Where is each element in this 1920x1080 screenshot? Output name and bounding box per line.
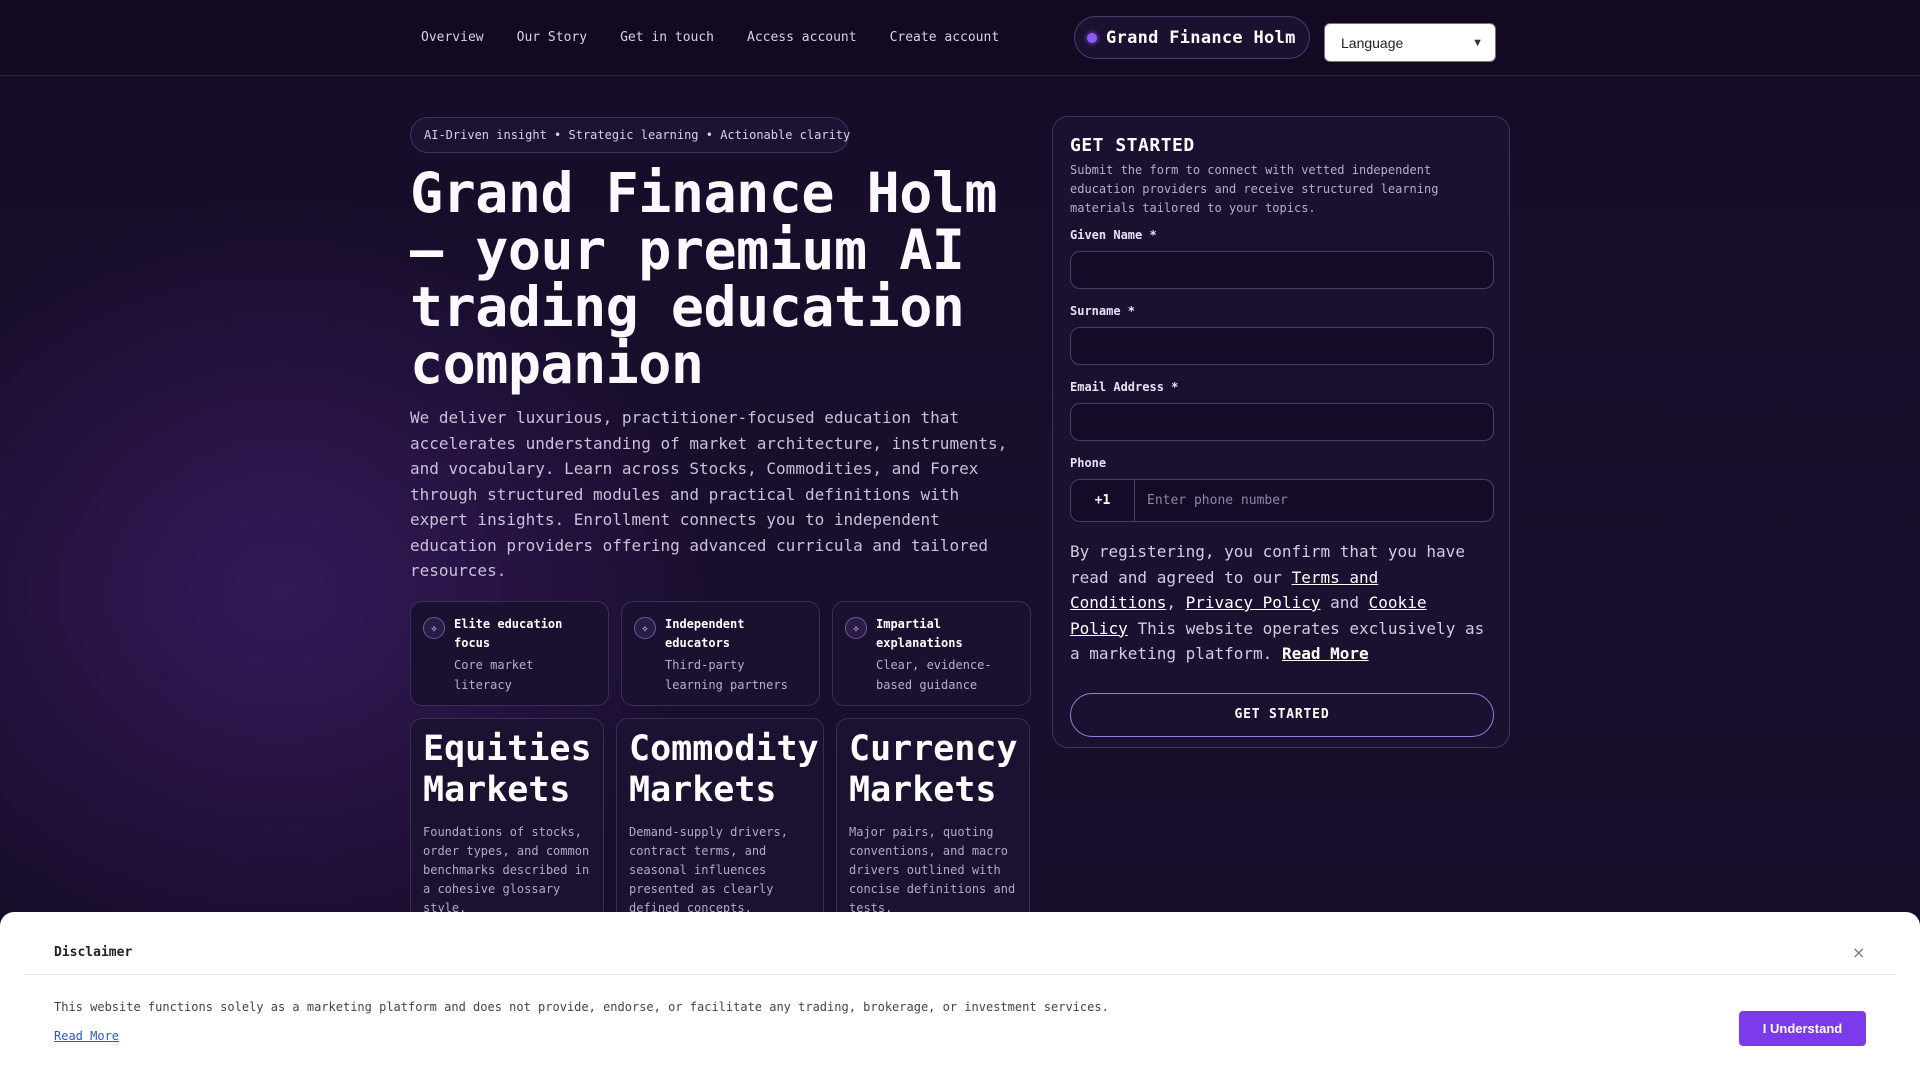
legal-prefix: By registering, you confirm that you hav… bbox=[1070, 542, 1465, 587]
disclaimer-banner: Disclaimer × This website functions sole… bbox=[0, 912, 1920, 1080]
sparkle-icon: ✧ bbox=[423, 617, 445, 639]
hero-title: Grand Finance Holm — your premium AI tra… bbox=[410, 161, 998, 396]
market-title: Commodity Markets bbox=[629, 729, 819, 810]
disclaimer-title: Disclaimer bbox=[54, 945, 133, 960]
legal-consent-text: By registering, you confirm that you hav… bbox=[1070, 539, 1492, 667]
i-understand-button[interactable]: I Understand bbox=[1739, 1011, 1866, 1046]
disclaimer-read-more-link[interactable]: Read More bbox=[54, 1029, 119, 1043]
brand-dot-icon bbox=[1087, 32, 1097, 43]
legal-suffix: This website operates exclusively as a m… bbox=[1070, 618, 1485, 664]
phone-field: +1 bbox=[1070, 479, 1494, 522]
feature-card: ✧ Independent educators Third-party lear… bbox=[621, 601, 820, 706]
sparkle-icon: ✧ bbox=[634, 617, 656, 639]
phone-label: Phone bbox=[1070, 456, 1107, 470]
phone-input[interactable] bbox=[1135, 480, 1493, 521]
feature-subtitle: Third-party learning partners bbox=[665, 658, 788, 692]
divider bbox=[24, 974, 1896, 975]
surname-label: Surname * bbox=[1070, 304, 1136, 318]
signup-form: GET STARTED Submit the form to connect w… bbox=[1052, 116, 1510, 748]
main-nav: Overview Our Story Get in touch Access a… bbox=[421, 30, 999, 45]
market-description: Foundations of stocks, order types, and … bbox=[423, 825, 590, 915]
language-select[interactable]: Language ▼ bbox=[1324, 23, 1496, 62]
brand-badge[interactable]: Grand Finance Holm bbox=[1074, 16, 1310, 59]
read-more-link[interactable]: Read More bbox=[1282, 644, 1369, 663]
surname-input[interactable] bbox=[1070, 327, 1494, 365]
market-title: Equities Markets bbox=[423, 729, 592, 810]
disclaimer-text: This website functions solely as a marke… bbox=[54, 1000, 1109, 1014]
nav-our-story[interactable]: Our Story bbox=[517, 30, 587, 45]
phone-country-code[interactable]: +1 bbox=[1071, 480, 1135, 521]
nav-access-account[interactable]: Access account bbox=[747, 30, 857, 45]
nav-create-account[interactable]: Create account bbox=[890, 30, 1000, 45]
given-name-input[interactable] bbox=[1070, 251, 1494, 289]
legal-and: and bbox=[1330, 593, 1360, 612]
brand-name: Grand Finance Holm bbox=[1106, 27, 1296, 48]
privacy-link[interactable]: Privacy Policy bbox=[1186, 593, 1321, 612]
get-started-button[interactable]: GET STARTED bbox=[1070, 692, 1494, 737]
feature-subtitle: Clear, evidence-based guidance bbox=[876, 658, 992, 692]
legal-comma: , bbox=[1166, 593, 1176, 612]
market-description: Demand-supply drivers, contract terms, a… bbox=[629, 825, 788, 915]
sparkle-icon: ✧ bbox=[845, 617, 867, 639]
language-selected-value: Language bbox=[1341, 34, 1404, 51]
given-name-label: Given Name * bbox=[1070, 228, 1157, 242]
feature-title: Independent educators bbox=[665, 617, 745, 650]
market-description: Major pairs, quoting conventions, and ma… bbox=[849, 825, 1016, 915]
feature-card: ✧ Impartial explanations Clear, evidence… bbox=[832, 601, 1031, 706]
feature-title: Impartial explanations bbox=[876, 617, 963, 650]
form-subtitle: Submit the form to connect with vetted i… bbox=[1070, 163, 1439, 215]
nav-get-in-touch[interactable]: Get in touch bbox=[620, 30, 714, 45]
nav-overview[interactable]: Overview bbox=[421, 30, 484, 45]
feature-subtitle: Core market literacy bbox=[454, 658, 534, 692]
hero-tagline-pill: AI-Driven insight • Strategic learning •… bbox=[410, 117, 850, 153]
email-input[interactable] bbox=[1070, 403, 1494, 441]
market-title: Currency Markets bbox=[849, 729, 1018, 810]
close-icon[interactable]: × bbox=[1852, 943, 1865, 962]
email-label: Email Address * bbox=[1070, 380, 1179, 394]
hero-description: We deliver luxurious, practitioner-focus… bbox=[410, 408, 1008, 580]
top-navigation-bar: Overview Our Story Get in touch Access a… bbox=[0, 0, 1920, 76]
feature-cards: ✧ Elite education focus Core market lite… bbox=[410, 601, 1031, 706]
form-heading: GET STARTED bbox=[1070, 135, 1195, 156]
feature-card: ✧ Elite education focus Core market lite… bbox=[410, 601, 609, 706]
feature-title: Elite education focus bbox=[454, 617, 563, 650]
chevron-down-icon: ▼ bbox=[1472, 36, 1483, 49]
